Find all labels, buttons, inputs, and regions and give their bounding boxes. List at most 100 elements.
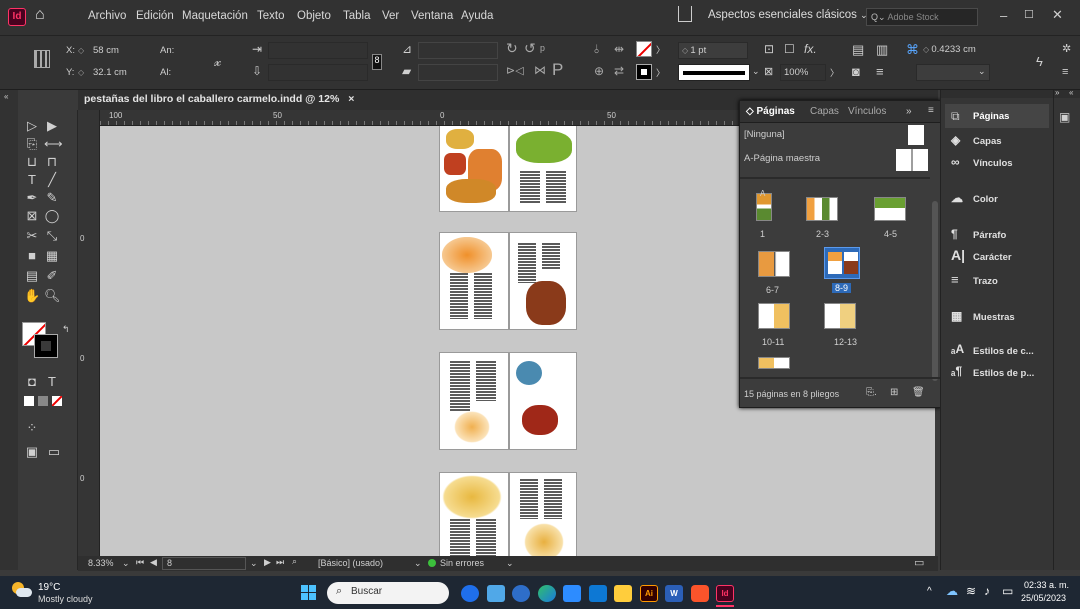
width-field[interactable] [180,42,210,59]
y-field[interactable]: 32.1 cm [90,65,146,82]
eyedropper-tool-icon[interactable]: ✐ [44,268,60,284]
scale-x-field[interactable] [268,42,368,59]
select-next-icon[interactable]: ⇹ [614,42,624,56]
weather-icon[interactable] [10,582,32,600]
tab-vinculos[interactable]: Vínculos [848,106,886,117]
flip-h-icon[interactable]: ⊳◁ [506,64,524,77]
apply-color-icon[interactable] [24,396,34,406]
wifi-icon[interactable]: ≋ [966,584,976,598]
x-field[interactable]: 58 cm [90,43,146,60]
ellipse-tool-icon[interactable]: ◯ [44,208,60,224]
gradient-swatch-tool-icon[interactable]: ■ [24,248,40,264]
align-icon-2[interactable]: ▥ [876,42,888,58]
share-icon[interactable] [678,6,692,22]
prev-page-icon[interactable]: ◀ [150,557,157,568]
edge-icon[interactable] [538,585,556,602]
height-field[interactable] [180,64,210,81]
fill-stroke-swatch[interactable] [22,322,62,362]
panel-settings-icon[interactable]: ✲ [1062,42,1071,55]
zoom-level[interactable]: 8.33% [88,558,114,568]
file-explorer-icon[interactable] [614,585,632,602]
swap-fill-stroke-icon[interactable]: ↰ [62,324,70,335]
bing-icon[interactable] [461,585,479,602]
teams-icon[interactable] [512,585,530,602]
stroke-swatch[interactable] [636,64,652,80]
scale-y-icon[interactable]: ⇩ [252,64,262,78]
master-page-thumb[interactable] [896,149,928,171]
spread-thumb-12-13[interactable] [824,303,856,329]
reference-point-icon[interactable] [34,50,50,68]
content-collector-icon[interactable]: ⊔ [24,154,40,170]
spread-thumb-14-15[interactable] [758,357,790,369]
offset-field[interactable]: ◇ 0.4233 cm [920,42,982,59]
document-tab-close-icon[interactable]: × [348,93,354,105]
stroke-type-dropdown[interactable] [678,64,750,81]
dock-item-parrafo[interactable]: ¶ Párrafo [941,224,1051,246]
stroke-chevron-icon[interactable]: 〉 [656,66,665,79]
home-icon[interactable]: ⌂ [35,6,45,24]
battery-icon[interactable]: ▭ [1002,584,1013,598]
shear-field[interactable] [418,64,498,81]
formatting-container-icon[interactable]: ◘ [24,374,40,390]
last-page-icon[interactable]: ⏭ [276,557,284,568]
scale-y-field[interactable] [268,64,368,81]
pages-scrollbar[interactable] [932,201,938,381]
weather-temp[interactable]: 19°C [38,582,60,593]
screen-mode-normal-icon[interactable]: ▣ [24,444,40,460]
new-page-icon[interactable]: ⊞ [890,387,898,398]
scissors-tool-icon[interactable]: ✂ [24,228,40,244]
dock-item-color[interactable]: ☁ Color [941,188,1051,210]
first-page-icon[interactable]: ⏮ [136,557,144,568]
type-tool-icon[interactable]: T [24,172,40,188]
p-flip-icon[interactable]: P [552,60,563,80]
opacity-icon[interactable]: ⊠ [764,65,773,78]
dock-item-trazo[interactable]: ≡ Trazo [941,270,1051,292]
clock-time[interactable]: 02:33 a. m. [1024,580,1069,590]
mail-icon[interactable] [589,585,607,602]
apply-gradient-icon[interactable] [38,396,48,406]
stroke-type-chevron-icon[interactable]: ⌄ [752,66,760,77]
preflight-profile[interactable]: [Básico] (usado) [318,558,383,568]
meet-icon[interactable] [563,585,581,602]
stroke-weight-field[interactable]: ◇ 1 pt [678,42,748,59]
menu-archivo[interactable]: Archivo [88,10,126,22]
brave-icon[interactable] [691,585,709,602]
cloud-sync-icon[interactable]: ☁ [946,584,958,598]
select-content-icon[interactable]: ⊕ [594,64,604,78]
align-icon-3[interactable]: ◙ [852,64,860,79]
shear-icon[interactable]: ▰ [402,64,411,78]
minimize-button[interactable]: – [1000,8,1007,23]
flip-v-icon[interactable]: ⋈ [534,63,546,77]
indesign-logo[interactable]: Id [8,8,26,26]
collapse-icon[interactable]: « [4,92,8,101]
workspace-switcher[interactable]: Aspectos esenciales clásicos ⌄ [708,9,868,21]
rectangle-frame-tool-icon[interactable]: ⊠ [24,208,40,224]
weather-desc[interactable]: Mostly cloudy [38,594,93,604]
page-tool-icon[interactable]: ⎘ [24,136,40,152]
spread-thumb-2-3[interactable] [806,197,838,221]
dock-item-capas[interactable]: ◈ Capas [941,130,1051,152]
free-transform-tool-icon[interactable]: ⤡ [44,228,60,244]
clock-date[interactable]: 25/05/2023 [1021,593,1066,603]
delete-page-icon[interactable]: 🗑︎ [912,387,925,398]
illustrator-icon[interactable]: Ai [640,585,658,602]
opacity-field[interactable]: 100% [780,64,826,81]
gap-tool-icon[interactable]: ⟷ [44,136,63,152]
dock-item-vinculos[interactable]: ∞ Vínculos [941,152,1051,174]
selection-tool-icon[interactable]: ▷ [24,118,40,134]
edit-page-size-icon[interactable]: ⎘. [866,387,877,398]
flip-icon[interactable]: ᵖ [540,42,545,57]
stock-search-input[interactable]: Q⌄ Adobe Stock [866,8,978,26]
menu-tabla[interactable]: Tabla [343,10,371,22]
fill-swatch[interactable] [636,41,652,57]
windows-start-icon[interactable] [301,585,317,601]
close-button[interactable]: ✕ [1052,7,1063,23]
fit-frame-icon[interactable]: ⊡ [764,42,774,56]
page-right[interactable] [509,232,577,330]
screen-mode-preview-icon[interactable]: ▭ [46,444,62,460]
maximize-button[interactable]: ☐ [1024,8,1034,21]
scale-x-icon[interactable]: ⇥ [252,42,262,56]
constrain-proportions-icon[interactable]: 𝔁 [214,53,221,70]
collapse-dock-icon-2[interactable]: » [1055,88,1059,97]
menu-ver[interactable]: Ver [382,10,399,22]
